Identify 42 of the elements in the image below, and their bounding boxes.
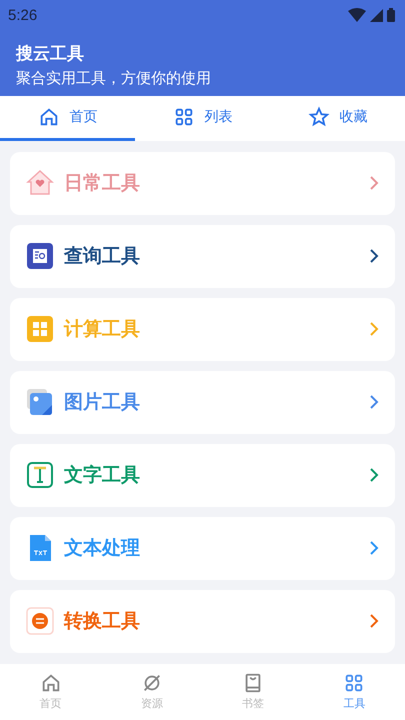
tool-card[interactable]: 转换工具: [10, 590, 395, 653]
battery-icon: [387, 8, 395, 22]
house-heart-icon: [26, 169, 54, 198]
letter-t-icon: [26, 461, 54, 490]
chevron-icon: [369, 467, 379, 484]
tool-card[interactable]: 日常工具: [10, 152, 395, 215]
calculator-icon: [26, 315, 54, 344]
app-subtitle: 聚合实用工具，方便你的使用: [16, 69, 212, 88]
tab[interactable]: 收藏: [270, 96, 405, 141]
app-title: 搜云工具: [16, 43, 85, 65]
status-time: 5:26: [8, 6, 38, 24]
tool-label: 计算工具: [64, 317, 141, 342]
tool-label: 查询工具: [64, 244, 141, 270]
tool-card[interactable]: 查询工具: [10, 224, 395, 288]
tool-label: 文字工具: [64, 463, 141, 488]
tool-card[interactable]: 文字工具: [10, 444, 395, 507]
tool-label: 日常工具: [64, 171, 141, 196]
star-icon: [308, 106, 330, 128]
chevron-icon: [369, 175, 379, 192]
signal-icon: [370, 8, 383, 22]
tab[interactable]: 首页: [0, 96, 135, 141]
nav-item[interactable]: 资源: [101, 664, 202, 720]
grid-icon: [343, 672, 366, 694]
chevron-icon: [369, 321, 379, 338]
tool-label: 文本处理: [64, 536, 141, 562]
nav-item[interactable]: 书签: [202, 664, 304, 720]
tool-card[interactable]: 文本处理: [10, 516, 395, 580]
nav-item[interactable]: 工具: [304, 664, 405, 720]
wifi-icon: [348, 8, 366, 22]
tool-label: 图片工具: [64, 390, 141, 416]
tab[interactable]: 列表: [135, 96, 270, 141]
tool-label: 转换工具: [64, 609, 141, 634]
convert-icon: [26, 607, 54, 636]
chevron-icon: [369, 248, 379, 264]
tool-card[interactable]: 图片工具: [10, 370, 395, 434]
tool-card[interactable]: 计算工具: [10, 298, 395, 361]
chevron-icon: [369, 613, 379, 630]
nav-item[interactable]: 首页: [0, 664, 102, 720]
document-search-icon: [26, 242, 54, 270]
image-icon: [26, 388, 54, 416]
chevron-icon: [369, 394, 379, 410]
chevron-icon: [369, 540, 379, 556]
